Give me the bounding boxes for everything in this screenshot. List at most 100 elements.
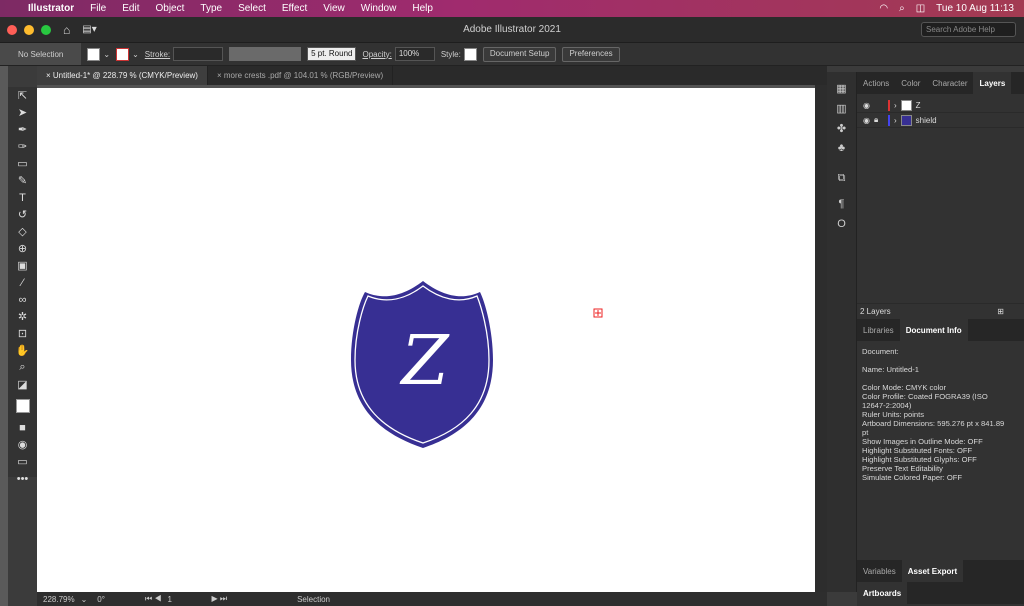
tab-artboards[interactable]: Artboards [857,582,908,604]
layer-name[interactable]: Z [916,101,921,110]
brushes-icon[interactable]: ✤ [827,118,856,138]
paintbrush-tool-icon[interactable]: ✎ [8,172,37,189]
tab-color[interactable]: Color [895,72,926,94]
tab-layers[interactable]: Layers [973,72,1012,94]
home-icon[interactable]: ⌂ [63,23,70,37]
tab-more-crests[interactable]: × more crests .pdf @ 104.01 % (RGB/Previ… [208,66,394,85]
document-info-line: Color Mode: CMYK color [862,383,946,392]
more-tools-icon[interactable]: ••• [8,470,37,487]
rectangle-tool-icon[interactable]: ▭ [8,155,37,172]
pen-tool-icon[interactable]: ✒ [8,121,37,138]
selection-tool-icon[interactable]: ⇱ [8,87,37,104]
visibility-eye-icon[interactable]: ◉ [863,116,870,125]
preferences-button[interactable]: Preferences [562,46,620,62]
curvature-tool-icon[interactable]: ✑ [8,138,37,155]
document-info-line: Show Images in Outline Mode: OFF [862,437,983,446]
layer-row-shield[interactable]: ◉ 🔒︎ › shield [857,113,1024,128]
artboard-nav-next-icon[interactable]: ▶ ⏭ [212,594,228,604]
menu-select[interactable]: Select [230,3,274,14]
tab-libraries[interactable]: Libraries [857,319,900,341]
direct-selection-tool-icon[interactable]: ➤ [8,104,37,121]
tab-variables[interactable]: Variables [857,560,902,582]
zoom-tool-icon[interactable]: ⌕ [8,359,37,376]
tab-actions[interactable]: Actions [857,72,895,94]
graphic-style-swatch[interactable] [463,47,477,61]
rotate-tool-icon[interactable]: ↺ [8,206,37,223]
new-layer-icon[interactable]: ⊞ [997,307,1004,316]
fill-swatch[interactable] [87,47,101,61]
default-colors-icon[interactable]: ◪ [8,376,37,393]
close-window-button[interactable] [7,24,17,35]
menu-file[interactable]: File [82,3,114,14]
tab-untitled-1[interactable]: × Untitled-1* @ 228.79 % (CMYK/Preview) [37,66,208,85]
document-setup-button[interactable]: Document Setup [482,46,557,62]
menu-type[interactable]: Type [192,3,230,14]
minimize-window-button[interactable] [24,24,34,35]
menubar-clock[interactable]: Tue 10 Aug 11:13 [936,3,1014,14]
opacity-label[interactable]: Opacity: [362,50,391,59]
search-icon[interactable]: ⌕ [899,3,905,14]
tab-character[interactable]: Character [926,72,973,94]
expand-chevron-icon[interactable]: › [894,116,897,125]
expand-chevron-icon[interactable]: › [894,101,897,110]
control-center-icon[interactable]: ◫ [916,3,925,14]
tools-panel: ⇱ ➤ ✒ ✑ ▭ ✎ T ↺ ◇ ⊕ ▣ ⁄ ∞ ✲ ⊡ ✋ ⌕ ◪ ■ ◉ … [8,87,37,485]
tab-document-info[interactable]: Document Info [899,319,968,341]
close-icon[interactable]: × [46,71,53,80]
menu-window[interactable]: Window [353,3,405,14]
stroke-weight-field[interactable] [173,47,224,61]
artboard-nav-prev-icon[interactable]: ⏮ ◀ [145,594,162,604]
artboard[interactable]: Z [37,88,815,592]
gradient-tool-icon[interactable]: ▣ [8,257,37,274]
shape-builder-tool-icon[interactable]: ⊕ [8,240,37,257]
artboard-number[interactable]: 1 [168,595,198,604]
vertical-scrollbar[interactable] [815,85,827,592]
tab-asset-export[interactable]: Asset Export [901,560,964,582]
chevron-down-icon[interactable]: ⌄ [103,50,110,59]
artboard-tool-icon[interactable]: ⊡ [8,325,37,342]
menu-app-name[interactable]: Illustrator [20,3,82,14]
layer-row-z[interactable]: ◉ › Z [857,98,1024,113]
color-mode-icon[interactable]: ■ [8,419,37,436]
variable-width-profile[interactable] [229,47,302,61]
workspace-switcher-icon[interactable]: ▤▾ [82,24,96,35]
menu-effect[interactable]: Effect [274,3,315,14]
crest-letter[interactable]: Z [399,322,450,401]
stroke-swatch[interactable] [116,47,130,61]
chevron-down-icon[interactable]: ⌄ [132,50,139,59]
lock-icon[interactable]: 🔒︎ [874,115,884,125]
wifi-icon[interactable]: ◠ [879,3,888,14]
document-info-line: Document: [862,347,899,356]
blend-tool-icon[interactable]: ∞ [8,291,37,308]
fill-stroke-icon[interactable] [8,393,37,419]
help-search-input[interactable]: Search Adobe Help [921,22,1016,37]
draw-mode-icon[interactable]: ◉ [8,436,37,453]
type-tool-icon[interactable]: T [8,189,37,206]
menu-help[interactable]: Help [404,3,441,14]
canvas-area[interactable]: Z [37,85,815,592]
zoom-level[interactable]: 228.79% [43,595,75,604]
artboards-icon[interactable]: ⧉ [827,168,856,188]
menu-edit[interactable]: Edit [114,3,147,14]
stroke-label[interactable]: Stroke: [145,50,170,59]
opentype-icon[interactable]: O [827,214,856,234]
menu-view[interactable]: View [315,3,353,14]
eraser-tool-icon[interactable]: ◇ [8,223,37,240]
zoom-window-button[interactable] [41,24,51,35]
properties-icon[interactable]: ▦ [827,78,856,98]
screen-mode-icon[interactable]: ▭ [8,453,37,470]
visibility-eye-icon[interactable]: ◉ [863,101,870,110]
brush-definition-dropdown[interactable]: 5 pt. Round [307,47,357,61]
layer-name[interactable]: shield [916,116,937,125]
opacity-field[interactable]: 100% [394,47,435,61]
chevron-down-icon[interactable]: ⌄ [81,595,88,604]
paragraph-icon[interactable]: ¶ [827,194,856,214]
symbols-icon[interactable]: ♣ [827,138,856,158]
menu-object[interactable]: Object [147,3,192,14]
libraries-icon[interactable]: ▥ [827,98,856,118]
close-icon[interactable]: × [217,71,224,80]
eyedropper-tool-icon[interactable]: ⁄ [8,274,37,291]
hand-tool-icon[interactable]: ✋ [8,342,37,359]
rotation-value[interactable]: 0° [97,595,105,604]
symbol-sprayer-tool-icon[interactable]: ✲ [8,308,37,325]
